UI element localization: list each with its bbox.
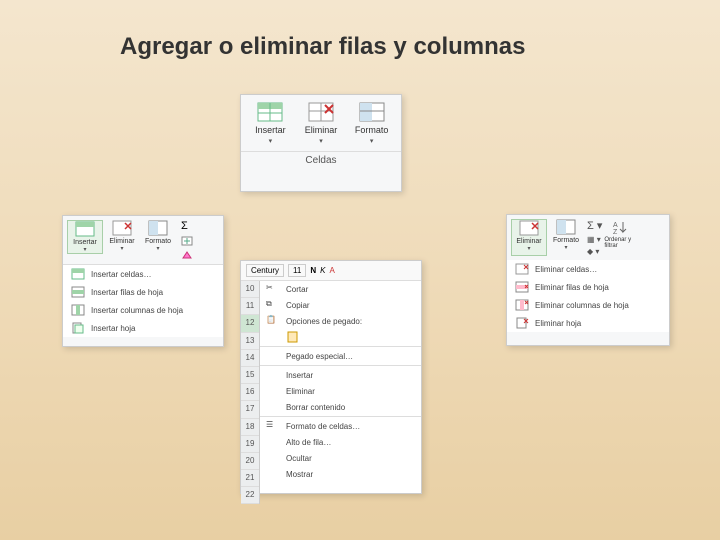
ctx-alto-fila[interactable]: Alto de fila… [260,434,421,450]
insertar-panel: Insertar ▾ Eliminar ▾ Formato ▾ Σ Insert… [62,215,224,347]
dropdown-arrow-icon: ▾ [156,245,159,252]
menu-insertar-hoja[interactable]: Insertar hoja [63,319,223,337]
insert-sheet-icon [71,322,85,334]
svg-text:A: A [613,222,618,229]
insert-cells-icon [256,101,284,123]
format-cells-icon [358,101,386,123]
delete-cells-icon [515,263,529,275]
insert-cells-icon [71,268,85,280]
menu-insertar-columnas[interactable]: Insertar columnas de hoja [63,301,223,319]
font-color-icon[interactable]: A [329,266,334,275]
italic-button[interactable]: K [320,266,325,275]
page-title: Agregar o eliminar filas y columnas [120,33,525,61]
dropdown-arrow-icon: ▾ [83,246,86,253]
eliminar-button[interactable]: Eliminar ▾ [105,220,139,252]
formato-button[interactable]: Formato ▾ [141,220,175,252]
autosum-icon[interactable]: Σ ▾ [587,219,602,232]
insertar-button[interactable]: Insertar ▾ [246,101,294,145]
row-headers[interactable]: 10 11 12 13 14 15 16 17 18 19 20 21 22 [241,281,260,504]
ctx-copiar[interactable]: ⧉Copiar [260,297,421,313]
menu-insertar-celdas[interactable]: Insertar celdas… [63,265,223,283]
font-size-selector[interactable]: 11 [288,264,306,277]
bold-button[interactable]: N [310,266,316,275]
formato-button[interactable]: Formato ▾ [348,101,396,145]
ctx-paste-option[interactable] [260,329,421,345]
context-menu-panel: Century 11 N K A 10 11 12 13 14 15 16 17… [240,260,422,494]
clear-icon[interactable] [181,250,193,260]
paste-option-icon [286,331,300,343]
cut-icon: ✂ [266,283,280,295]
menu-eliminar-celdas[interactable]: Eliminar celdas… [507,260,669,278]
autosum-icon[interactable]: Σ [181,220,193,232]
svg-text:Z: Z [613,229,618,235]
menu-eliminar-hoja[interactable]: Eliminar hoja [507,314,669,332]
format-cells-icon [556,219,576,235]
clear-icon[interactable]: ◆ ▾ [587,247,602,256]
delete-cells-icon [112,220,132,236]
paste-icon: 📋 [266,315,280,327]
menu-eliminar-columnas[interactable]: Eliminar columnas de hoja [507,296,669,314]
fill-icon[interactable]: ▦ ▾ [587,235,602,244]
dropdown-arrow-icon: ▾ [319,137,323,145]
menu-eliminar-filas[interactable]: Eliminar filas de hoja [507,278,669,296]
delete-cells-icon [519,220,539,236]
ctx-mostrar[interactable]: Mostrar [260,466,421,482]
ctx-cortar[interactable]: ✂Cortar [260,281,421,297]
delete-columns-icon [515,299,529,311]
font-selector[interactable]: Century [246,264,284,277]
ctx-borrar[interactable]: Borrar contenido [260,399,421,415]
ordenar-filtrar-button[interactable]: AZ Ordenar y filtrar [604,219,638,256]
ctx-pegado-especial[interactable]: Pegado especial… [260,348,421,364]
eliminar-button[interactable]: Eliminar ▾ [511,219,547,256]
insert-rows-icon [71,286,85,298]
insertar-button[interactable]: Insertar ▾ [67,220,103,254]
dropdown-arrow-icon: ▾ [564,244,567,251]
format-icon: ☰ [266,420,280,432]
group-label: Celdas [241,151,401,169]
delete-rows-icon [515,281,529,293]
sort-filter-icon: AZ [611,219,631,235]
dropdown-arrow-icon: ▾ [269,137,273,145]
mini-toolbar: Century 11 N K A [241,261,421,281]
insert-columns-icon [71,304,85,316]
celdas-ribbon-group: Insertar ▾ Eliminar ▾ Formato ▾ Celdas [240,94,402,192]
ctx-pegado-opciones[interactable]: 📋Opciones de pegado: [260,313,421,329]
dropdown-arrow-icon: ▾ [527,245,530,252]
ctx-formato-celdas[interactable]: ☰Formato de celdas… [260,418,421,434]
delete-sheet-icon [515,317,529,329]
fill-icon[interactable] [181,236,193,246]
copy-icon: ⧉ [266,299,280,311]
dropdown-arrow-icon: ▾ [370,137,374,145]
eliminar-panel: Eliminar ▾ Formato ▾ Σ ▾ ▦ ▾ ◆ ▾ AZ Orde… [506,214,670,346]
ctx-insertar[interactable]: Insertar [260,367,421,383]
menu-insertar-filas[interactable]: Insertar filas de hoja [63,283,223,301]
ctx-ocultar[interactable]: Ocultar [260,450,421,466]
formato-button[interactable]: Formato ▾ [549,219,583,256]
delete-cells-icon [307,101,335,123]
dropdown-arrow-icon: ▾ [120,245,123,252]
format-cells-icon [148,220,168,236]
ctx-eliminar[interactable]: Eliminar [260,383,421,399]
eliminar-button[interactable]: Eliminar ▾ [297,101,345,145]
insert-cells-icon [75,221,95,237]
